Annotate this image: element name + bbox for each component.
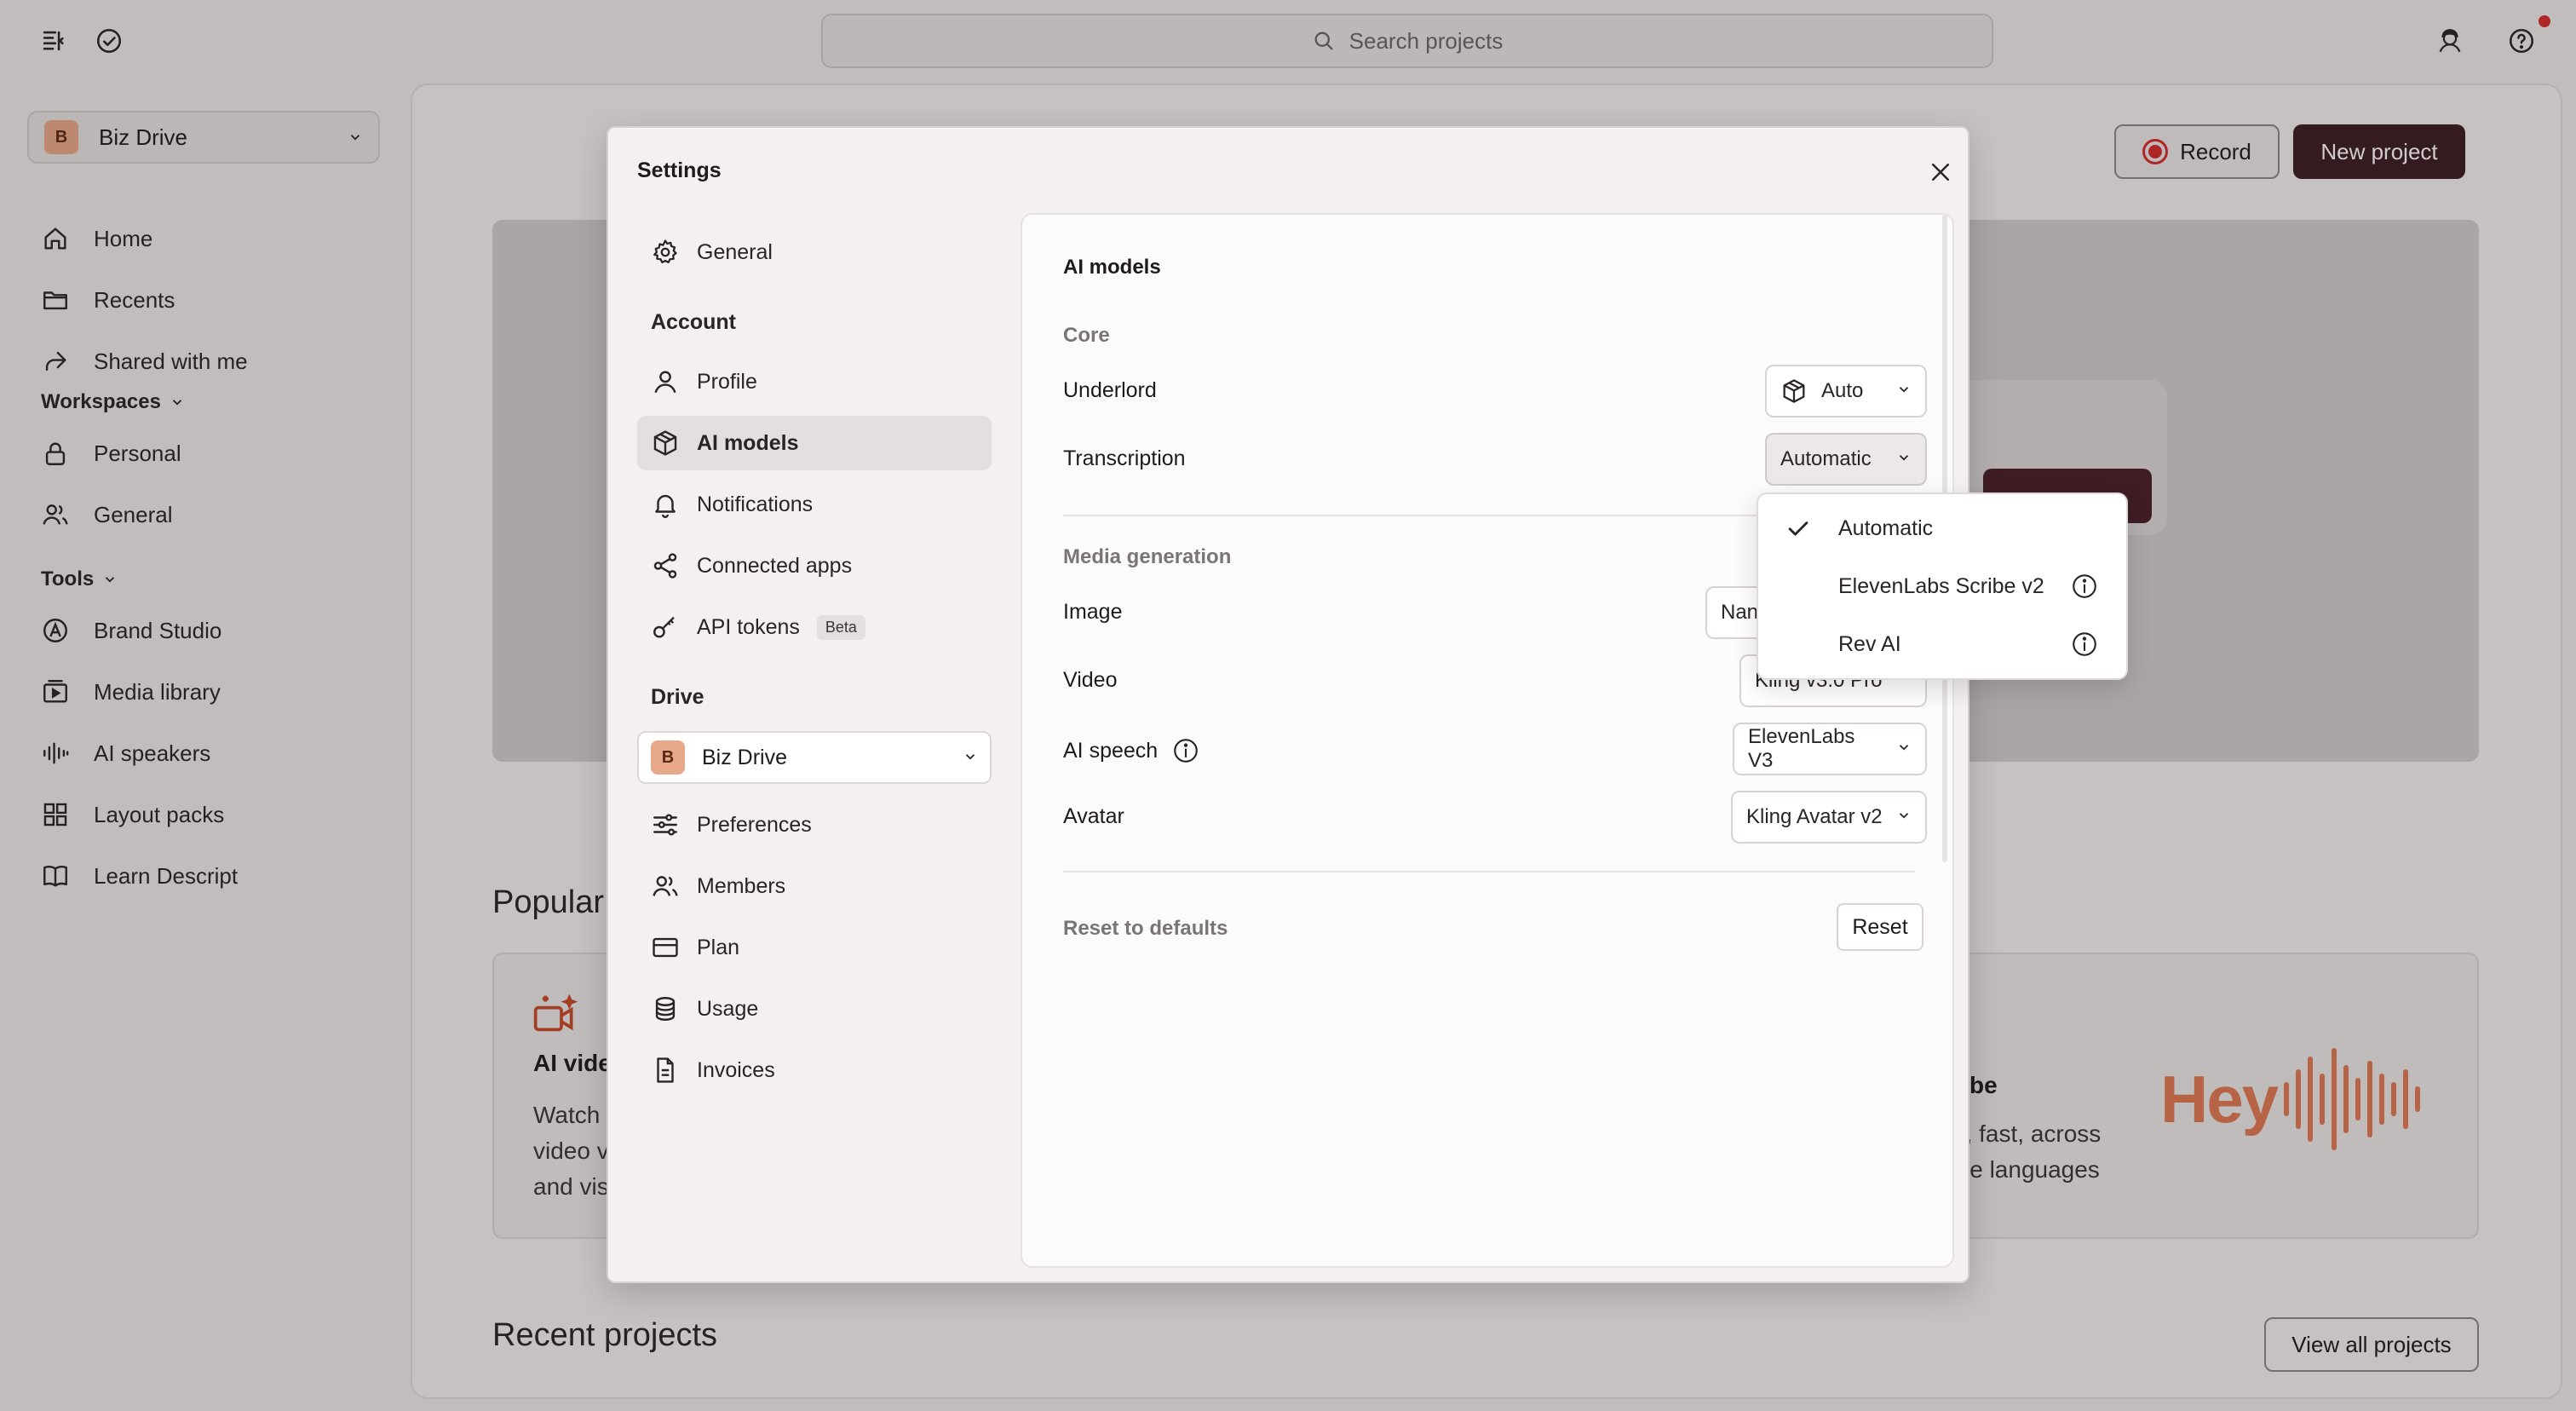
settings-nav-usage[interactable]: Usage: [637, 982, 992, 1036]
divider: [1063, 871, 1915, 873]
checkmark-icon: [1788, 521, 1808, 536]
close-button[interactable]: [1925, 157, 1956, 187]
person-icon: [654, 371, 676, 394]
transcription-select[interactable]: Automatic: [1765, 433, 1927, 486]
bell-icon: [655, 494, 676, 519]
transcription-label: Transcription: [1063, 446, 1186, 470]
chevron-down-icon: [1896, 737, 1912, 761]
drive-section-label: Drive: [651, 685, 704, 709]
dropdown-option-automatic[interactable]: Automatic: [1758, 499, 2126, 557]
users-icon: [653, 876, 678, 896]
settings-drive-selector[interactable]: B Biz Drive: [637, 731, 992, 784]
chevron-down-icon: [1896, 447, 1912, 471]
settings-nav-profile[interactable]: Profile: [637, 354, 992, 409]
app-root: Search projects B Biz Drive Home Recents…: [0, 0, 2576, 1411]
chevron-down-icon: [1896, 805, 1912, 829]
reset-button[interactable]: Reset: [1837, 903, 1923, 951]
dialog-title: Settings: [637, 158, 722, 182]
dropdown-option-elevenlabs-scribe[interactable]: ElevenLabs Scribe v2: [1758, 557, 2126, 615]
dropdown-option-rev-ai[interactable]: Rev AI: [1758, 615, 2126, 673]
video-label: Video: [1063, 668, 1118, 692]
info-icon[interactable]: [2070, 572, 2099, 601]
sliders-icon: [653, 814, 677, 836]
image-label: Image: [1063, 600, 1123, 624]
account-section-label: Account: [651, 310, 736, 334]
share-nodes-icon: [653, 553, 677, 579]
info-icon[interactable]: [2070, 630, 2099, 659]
info-icon[interactable]: [1171, 736, 1200, 765]
core-section-label: Core: [1063, 324, 1110, 347]
settings-dialog: Settings General Account Profile AI mode…: [607, 126, 1969, 1283]
beta-badge: Beta: [816, 614, 865, 640]
underlord-select[interactable]: Auto: [1765, 365, 1927, 418]
underlord-label: Underlord: [1063, 378, 1157, 402]
drive-avatar: B: [651, 740, 685, 775]
document-icon: [657, 1057, 674, 1083]
chevron-down-icon: [1896, 379, 1912, 403]
ai-models-panel: AI models Core Underlord Auto Transcript…: [1021, 213, 1954, 1268]
reset-defaults-label: Reset to defaults: [1063, 917, 1228, 940]
key-icon: [653, 616, 675, 638]
avatar-label: Avatar: [1063, 804, 1124, 828]
ai-speech-label: AI speech: [1063, 736, 1200, 765]
gear-icon: [653, 239, 677, 264]
settings-nav-preferences[interactable]: Preferences: [637, 798, 992, 852]
settings-nav-invoices[interactable]: Invoices: [637, 1043, 992, 1097]
chevron-down-icon: [963, 746, 978, 770]
settings-nav-plan[interactable]: Plan: [637, 920, 992, 975]
settings-nav-members[interactable]: Members: [637, 859, 992, 913]
transcription-dropdown: Automatic ElevenLabs Scribe v2 Rev AI: [1757, 492, 2128, 680]
close-icon: [1932, 164, 1949, 181]
panel-title: AI models: [1063, 256, 1161, 279]
coins-icon: [655, 997, 676, 1021]
cube-icon: [653, 430, 677, 456]
avatar-select[interactable]: Kling Avatar v2: [1731, 791, 1927, 844]
settings-nav-general[interactable]: General: [637, 225, 992, 279]
settings-nav-api-tokens[interactable]: API tokens Beta: [637, 600, 992, 654]
settings-nav-connected-apps[interactable]: Connected apps: [637, 538, 992, 593]
cube-icon: [1783, 379, 1805, 403]
ai-speech-select[interactable]: ElevenLabs V3: [1733, 723, 1927, 775]
settings-nav-notifications[interactable]: Notifications: [637, 477, 992, 532]
media-generation-section-label: Media generation: [1063, 545, 1232, 568]
settings-nav-ai-models[interactable]: AI models: [637, 416, 992, 470]
credit-card-icon: [653, 937, 678, 958]
